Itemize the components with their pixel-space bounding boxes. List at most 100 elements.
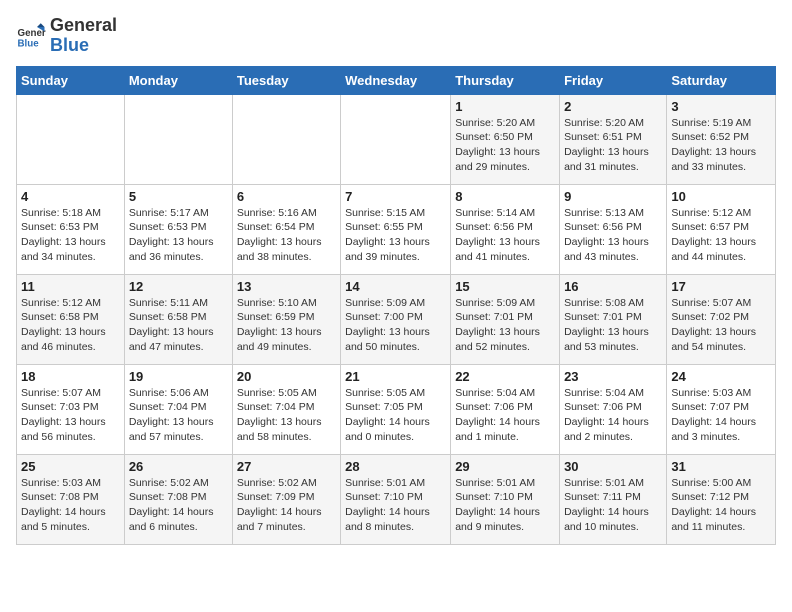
day-cell: 27 Sunrise: 5:02 AM Sunset: 7:09 PM Dayli… [232,454,340,544]
day-info: Sunrise: 5:04 AM Sunset: 7:06 PM Dayligh… [455,386,555,445]
header-cell-wednesday: Wednesday [341,66,451,94]
header-cell-monday: Monday [124,66,232,94]
header-cell-saturday: Saturday [667,66,776,94]
day-number: 7 [345,189,446,204]
day-cell: 22Sunrise: 5:04 AM Sunset: 7:06 PM Dayli… [451,364,560,454]
day-cell: 31Sunrise: 5:00 AM Sunset: 7:12 PM Dayli… [667,454,776,544]
day-info: Sunrise: 5:09 AM Sunset: 7:00 PM Dayligh… [345,296,446,355]
day-info: Sunrise: 5:20 AM Sunset: 6:51 PM Dayligh… [564,116,662,175]
day-info: Sunrise: 5:09 AM Sunset: 7:01 PM Dayligh… [455,296,555,355]
day-number: 23 [564,369,662,384]
day-cell: 7 Sunrise: 5:15 AM Sunset: 6:55 PM Daylig… [341,184,451,274]
day-number: 30 [564,459,662,474]
day-cell: 11 Sunrise: 5:12 AM Sunset: 6:58 PM Dayli… [17,274,125,364]
day-info: Sunrise: 5:13 AM Sunset: 6:56 PM Dayligh… [564,206,662,265]
calendar-table: SundayMondayTuesdayWednesdayThursdayFrid… [16,66,776,545]
week-row-4: 18Sunrise: 5:07 AM Sunset: 7:03 PM Dayli… [17,364,776,454]
day-info: Sunrise: 5:06 AM Sunset: 7:04 PM Dayligh… [129,386,228,445]
day-cell: 29 Sunrise: 5:01 AM Sunset: 7:10 PM Dayli… [451,454,560,544]
header-row: SundayMondayTuesdayWednesdayThursdayFrid… [17,66,776,94]
day-number: 16 [564,279,662,294]
day-cell: 24 Sunrise: 5:03 AM Sunset: 7:07 PM Dayli… [667,364,776,454]
day-cell: 16 Sunrise: 5:08 AM Sunset: 7:01 PM Dayli… [560,274,667,364]
day-number: 20 [237,369,336,384]
logo-text: General Blue [50,16,117,56]
day-number: 2 [564,99,662,114]
day-cell: 14 Sunrise: 5:09 AM Sunset: 7:00 PM Dayli… [341,274,451,364]
day-cell: 17 Sunrise: 5:07 AM Sunset: 7:02 PM Dayli… [667,274,776,364]
day-cell: 6Sunrise: 5:16 AM Sunset: 6:54 PM Daylig… [232,184,340,274]
day-number: 3 [671,99,771,114]
day-info: Sunrise: 5:14 AM Sunset: 6:56 PM Dayligh… [455,206,555,265]
day-number: 14 [345,279,446,294]
day-cell: 26 Sunrise: 5:02 AM Sunset: 7:08 PM Dayli… [124,454,232,544]
day-cell: 13 Sunrise: 5:10 AM Sunset: 6:59 PM Dayli… [232,274,340,364]
day-number: 8 [455,189,555,204]
day-cell: 23 Sunrise: 5:04 AM Sunset: 7:06 PM Dayli… [560,364,667,454]
day-cell: 18Sunrise: 5:07 AM Sunset: 7:03 PM Dayli… [17,364,125,454]
day-info: Sunrise: 5:07 AM Sunset: 7:03 PM Dayligh… [21,386,120,445]
day-number: 25 [21,459,120,474]
day-cell: 4 Sunrise: 5:18 AM Sunset: 6:53 PM Daylig… [17,184,125,274]
day-cell: 10Sunrise: 5:12 AM Sunset: 6:57 PM Dayli… [667,184,776,274]
day-number: 28 [345,459,446,474]
day-cell: 2 Sunrise: 5:20 AM Sunset: 6:51 PM Daylig… [560,94,667,184]
day-number: 6 [237,189,336,204]
day-number: 27 [237,459,336,474]
day-number: 11 [21,279,120,294]
logo-icon: General Blue [16,21,46,51]
day-number: 5 [129,189,228,204]
day-cell: 21 Sunrise: 5:05 AM Sunset: 7:05 PM Dayli… [341,364,451,454]
calendar-header: SundayMondayTuesdayWednesdayThursdayFrid… [17,66,776,94]
day-info: Sunrise: 5:12 AM Sunset: 6:58 PM Dayligh… [21,296,120,355]
day-number: 4 [21,189,120,204]
day-number: 12 [129,279,228,294]
day-number: 21 [345,369,446,384]
day-number: 17 [671,279,771,294]
day-cell: 8 Sunrise: 5:14 AM Sunset: 6:56 PM Daylig… [451,184,560,274]
day-info: Sunrise: 5:18 AM Sunset: 6:53 PM Dayligh… [21,206,120,265]
day-number: 24 [671,369,771,384]
day-info: Sunrise: 5:08 AM Sunset: 7:01 PM Dayligh… [564,296,662,355]
day-info: Sunrise: 5:02 AM Sunset: 7:09 PM Dayligh… [237,476,336,535]
day-cell: 19 Sunrise: 5:06 AM Sunset: 7:04 PM Dayli… [124,364,232,454]
day-cell: 1Sunrise: 5:20 AM Sunset: 6:50 PM Daylig… [451,94,560,184]
header-cell-sunday: Sunday [17,66,125,94]
day-info: Sunrise: 5:15 AM Sunset: 6:55 PM Dayligh… [345,206,446,265]
day-info: Sunrise: 5:10 AM Sunset: 6:59 PM Dayligh… [237,296,336,355]
day-info: Sunrise: 5:05 AM Sunset: 7:04 PM Dayligh… [237,386,336,445]
day-info: Sunrise: 5:11 AM Sunset: 6:58 PM Dayligh… [129,296,228,355]
day-info: Sunrise: 5:07 AM Sunset: 7:02 PM Dayligh… [671,296,771,355]
day-info: Sunrise: 5:03 AM Sunset: 7:08 PM Dayligh… [21,476,120,535]
day-cell: 28 Sunrise: 5:01 AM Sunset: 7:10 PM Dayli… [341,454,451,544]
calendar-body: 1Sunrise: 5:20 AM Sunset: 6:50 PM Daylig… [17,94,776,544]
header-cell-thursday: Thursday [451,66,560,94]
day-cell: 30Sunrise: 5:01 AM Sunset: 7:11 PM Dayli… [560,454,667,544]
day-number: 13 [237,279,336,294]
day-cell: 25 Sunrise: 5:03 AM Sunset: 7:08 PM Dayli… [17,454,125,544]
day-info: Sunrise: 5:01 AM Sunset: 7:10 PM Dayligh… [455,476,555,535]
day-info: Sunrise: 5:05 AM Sunset: 7:05 PM Dayligh… [345,386,446,445]
day-cell [124,94,232,184]
day-info: Sunrise: 5:20 AM Sunset: 6:50 PM Dayligh… [455,116,555,175]
day-info: Sunrise: 5:04 AM Sunset: 7:06 PM Dayligh… [564,386,662,445]
day-number: 26 [129,459,228,474]
day-cell: 5 Sunrise: 5:17 AM Sunset: 6:53 PM Daylig… [124,184,232,274]
day-number: 15 [455,279,555,294]
day-info: Sunrise: 5:19 AM Sunset: 6:52 PM Dayligh… [671,116,771,175]
week-row-2: 4 Sunrise: 5:18 AM Sunset: 6:53 PM Daylig… [17,184,776,274]
day-number: 19 [129,369,228,384]
day-cell [341,94,451,184]
day-info: Sunrise: 5:03 AM Sunset: 7:07 PM Dayligh… [671,386,771,445]
week-row-5: 25 Sunrise: 5:03 AM Sunset: 7:08 PM Dayli… [17,454,776,544]
day-number: 9 [564,189,662,204]
day-cell: 20 Sunrise: 5:05 AM Sunset: 7:04 PM Dayli… [232,364,340,454]
week-row-3: 11 Sunrise: 5:12 AM Sunset: 6:58 PM Dayli… [17,274,776,364]
day-info: Sunrise: 5:17 AM Sunset: 6:53 PM Dayligh… [129,206,228,265]
day-cell: 3 Sunrise: 5:19 AM Sunset: 6:52 PM Daylig… [667,94,776,184]
day-info: Sunrise: 5:01 AM Sunset: 7:10 PM Dayligh… [345,476,446,535]
day-number: 10 [671,189,771,204]
day-number: 29 [455,459,555,474]
day-info: Sunrise: 5:02 AM Sunset: 7:08 PM Dayligh… [129,476,228,535]
week-row-1: 1Sunrise: 5:20 AM Sunset: 6:50 PM Daylig… [17,94,776,184]
